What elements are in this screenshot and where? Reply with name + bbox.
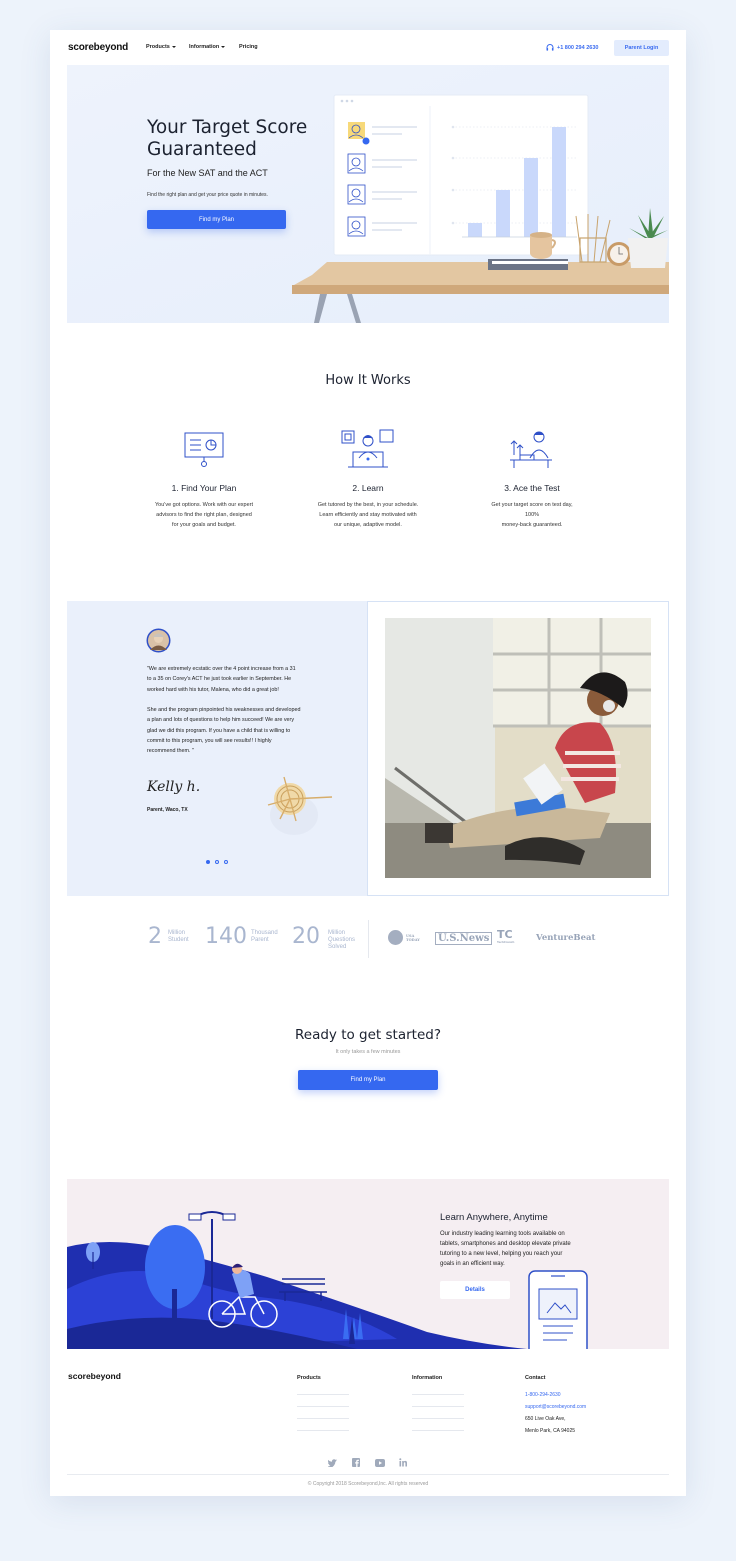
student-photo (385, 618, 651, 878)
stat-parents-number: 140 (205, 924, 247, 949)
footer-email-link[interactable]: support@scorebeyond.com (525, 1404, 586, 1410)
testimonial-role: Parent, Waco, TX (147, 807, 188, 813)
learn-description: Our industry leading learning tools avai… (440, 1231, 571, 1267)
carousel-dot-3[interactable] (224, 860, 228, 864)
footer-products-link-placeholder[interactable] (297, 1406, 349, 1407)
stat-parents-label: Thousand Parent (251, 930, 278, 943)
usa-today-logo-icon (388, 930, 403, 945)
linkedin-icon[interactable] (399, 1458, 407, 1467)
cta-find-plan-button[interactable]: Find my Plan (298, 1070, 438, 1090)
facebook-icon[interactable] (352, 1458, 360, 1467)
avatar (146, 628, 171, 653)
footer-logo[interactable]: scorebeyond (68, 1371, 121, 1381)
footer-information-link-placeholder[interactable] (412, 1418, 464, 1419)
presentation-board-icon (184, 432, 224, 467)
step-2-description: Get tutored by the best, in your schedul… (317, 502, 419, 528)
footer-phone-link[interactable]: 1-800-294-2630 (525, 1392, 561, 1398)
find-plan-button[interactable]: Find my Plan (147, 210, 286, 229)
stat-questions-number: 20 (292, 924, 320, 949)
step-1-description: You've got options. Work with our expert… (155, 502, 253, 528)
cta-subtitle: It only takes a few minutes (335, 1049, 401, 1055)
step-1-title: 1. Find Your Plan (171, 483, 237, 493)
footer-information-heading: Information (412, 1375, 443, 1381)
logo[interactable]: scorebeyond (68, 42, 128, 53)
hero-subtitle: For the New SAT and the ACT (147, 168, 268, 178)
carousel-dot-1[interactable] (206, 860, 210, 864)
stat-questions-label: Million Questions Solved (328, 930, 356, 950)
nav-products[interactable]: Products (146, 44, 176, 50)
phone-link[interactable]: +1 800 294 2630 (546, 44, 598, 51)
press-venturebeat: VentureBeat (536, 933, 596, 943)
footer-contact-heading: Contact (525, 1375, 546, 1381)
footer-address-line2: Menlo Park, CA 94025 (525, 1428, 576, 1434)
nav-pricing[interactable]: Pricing (239, 44, 258, 50)
hero-illustration (292, 94, 669, 323)
student-desk-icon (510, 431, 552, 468)
press-techcrunch: TC TechCrunch (497, 928, 515, 944)
copyright: © Copyright 2018 Scorebeyond,Inc. All ri… (307, 1481, 429, 1487)
footer-address-line1: 650 Live Oak Ave, (525, 1416, 566, 1422)
learn-title: Learn Anywhere, Anytime (440, 1212, 548, 1223)
testimonial-section: "We are extremely ecstatic over the 4 po… (67, 601, 669, 896)
footer-information-link-placeholder[interactable] (412, 1430, 464, 1431)
page: scorebeyond Products Information Pricing… (50, 30, 686, 1496)
tutor-laptop-icon (341, 429, 394, 468)
footer-products-link-placeholder[interactable] (297, 1418, 349, 1419)
learn-anywhere-section: Learn Anywhere, Anytime Our industry lea… (67, 1179, 669, 1349)
chevron-down-icon (171, 46, 176, 48)
headset-icon (546, 44, 554, 51)
hero: Your Target Score Guaranteed For the New… (67, 65, 669, 323)
details-button[interactable]: Details (440, 1281, 510, 1299)
testimonial-quote: "We are extremely ecstatic over the 4 po… (147, 666, 301, 755)
carousel-dot-2[interactable] (215, 860, 219, 864)
footer-information-link-placeholder[interactable] (412, 1394, 464, 1395)
hero-description: Find the right plan and get your price q… (147, 192, 268, 198)
parent-login-button[interactable]: Parent Login (614, 40, 669, 56)
footer-products-heading: Products (297, 1375, 321, 1381)
cta-title: Ready to get started? (295, 1027, 441, 1043)
footer-information-link-placeholder[interactable] (412, 1406, 464, 1407)
step-3-description: Get your target score on test day, 100% mo… (491, 502, 573, 528)
stats-divider (368, 920, 369, 958)
phone-illustration (528, 1270, 588, 1349)
pencil-cup-illustration (267, 776, 333, 835)
twitter-icon[interactable] (328, 1459, 337, 1467)
footer-products-link-placeholder[interactable] (297, 1394, 349, 1395)
press-usa-today: USA TODAY (388, 930, 422, 945)
footer-products-link-placeholder[interactable] (297, 1430, 349, 1431)
how-it-works-title: How It Works (325, 373, 411, 388)
stat-students-label: Million Student (168, 930, 189, 943)
hero-title: Your Target Score Guaranteed (147, 117, 308, 160)
techcrunch-logo-icon: TC (497, 928, 513, 941)
step-2-title: 2. Learn (352, 483, 384, 493)
chevron-down-icon (221, 46, 226, 48)
step-3-title: 3. Ace the Test (504, 483, 560, 493)
press-usnews: U.S.News (435, 932, 493, 945)
footer-divider (67, 1474, 669, 1475)
nav-information[interactable]: Information (189, 44, 226, 50)
youtube-icon[interactable] (375, 1459, 385, 1467)
signature: Kelly h. (147, 779, 201, 795)
stat-students-number: 2 (148, 924, 162, 949)
